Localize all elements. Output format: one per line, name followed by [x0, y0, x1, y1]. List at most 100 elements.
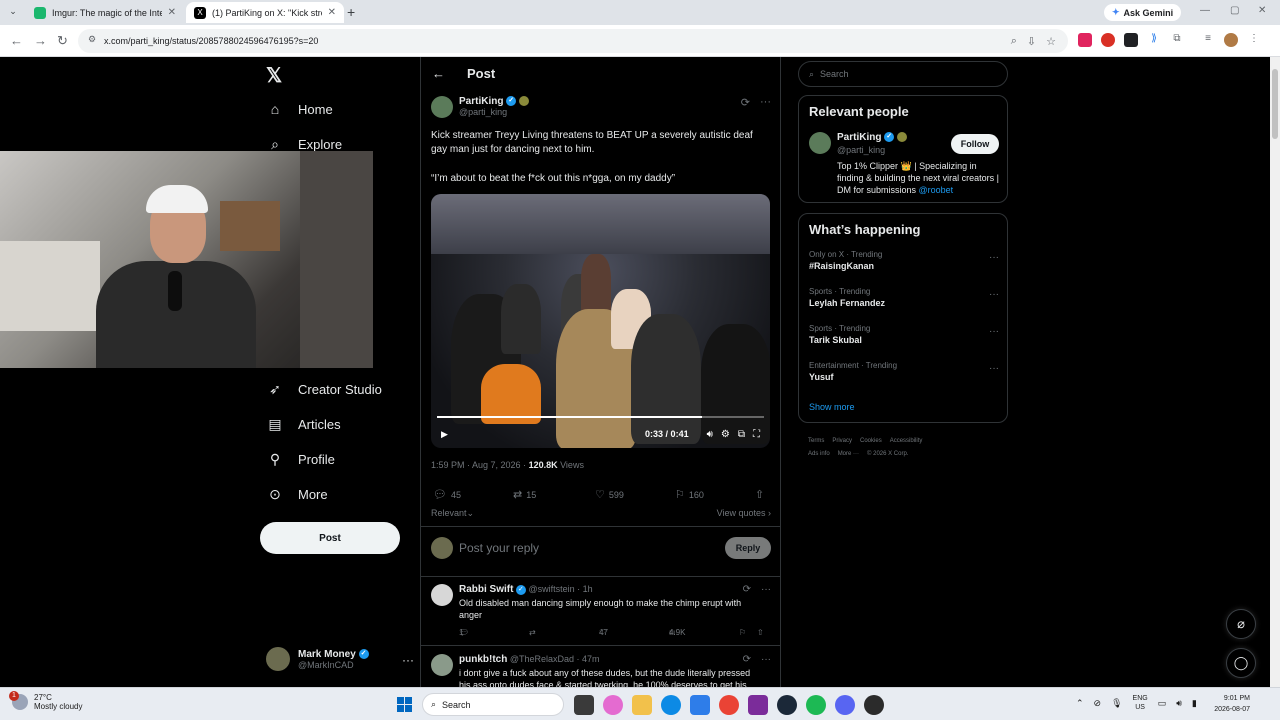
pip-icon[interactable]: ⧉ — [738, 429, 745, 440]
avatar[interactable] — [431, 654, 453, 676]
video-progress-bar[interactable] — [437, 416, 764, 418]
author-name[interactable]: PartiKing — [459, 96, 503, 107]
ask-gemini-button[interactable]: ✦ Ask Gemini — [1104, 4, 1182, 21]
battery-icon[interactable]: ▮ — [1192, 698, 1197, 709]
grok-fab-icon[interactable]: ⌀ — [1226, 609, 1256, 639]
taskbar-search[interactable]: ⌕ Search — [422, 693, 564, 716]
chrome-icon[interactable] — [719, 695, 739, 715]
copilot-icon[interactable] — [603, 695, 623, 715]
more-dots-icon[interactable]: ··· — [989, 326, 999, 337]
repost-action[interactable]: ⇄ 15 — [513, 488, 536, 501]
share-action[interactable]: ⇧ — [755, 488, 764, 501]
settings-gear-icon[interactable]: ⚙ — [721, 429, 730, 440]
x-logo-icon[interactable]: 𝕏 — [266, 63, 282, 88]
share-icon[interactable]: ⇧ — [757, 628, 764, 637]
next-app-icon[interactable] — [748, 695, 768, 715]
bookmark-star-icon[interactable]: ☆ — [1046, 35, 1056, 48]
person-handle[interactable]: @parti_king — [837, 145, 885, 155]
store-icon[interactable] — [690, 695, 710, 715]
bio-link[interactable]: @roobet — [919, 185, 954, 195]
follow-button[interactable]: Follow — [951, 134, 999, 154]
messages-fab-icon[interactable]: ◯ — [1226, 648, 1256, 678]
discord-icon[interactable] — [835, 695, 855, 715]
bookmark-icon[interactable]: ⚐ — [739, 628, 746, 637]
forward-arrow-icon[interactable]: → — [34, 33, 47, 48]
reload-icon[interactable]: ↻ — [57, 33, 68, 49]
close-window-icon[interactable]: ✕ — [1258, 5, 1266, 16]
trend-item[interactable]: Only on X · Trending #RaisingKanan ··· — [809, 250, 999, 271]
task-view-icon[interactable] — [574, 695, 594, 715]
extension-icon[interactable] — [1078, 33, 1092, 47]
reply-input[interactable]: Post your reply — [459, 541, 539, 555]
nav-profile[interactable]: ⚲ Profile — [266, 451, 335, 468]
kebab-menu-icon[interactable]: ⋮ — [1247, 33, 1261, 47]
trend-item[interactable]: Entertainment · Trending Yusuf ··· — [809, 361, 999, 382]
tab-imgur[interactable]: Imgur: The magic of the Interne ✕ — [26, 2, 184, 23]
more-dots-icon[interactable]: ··· — [761, 654, 771, 665]
reply-author-handle[interactable]: @TheRelaxDad — [510, 654, 574, 664]
more-dots-icon[interactable]: ··· — [761, 584, 771, 595]
nav-creator-studio[interactable]: ➶ Creator Studio — [266, 381, 382, 398]
avatar[interactable] — [431, 96, 453, 118]
grok-icon[interactable]: ⟳ — [743, 584, 751, 595]
extension-icon[interactable]: ⟫ — [1147, 33, 1161, 47]
scrollbar-thumb[interactable] — [1272, 69, 1278, 139]
avatar[interactable] — [809, 132, 831, 154]
maximize-icon[interactable]: ▢ — [1230, 5, 1239, 16]
play-icon[interactable]: ▶ — [441, 429, 448, 440]
author-handle[interactable]: @parti_king — [459, 107, 529, 117]
more-dots-icon[interactable]: ··· — [760, 96, 771, 109]
trend-item[interactable]: Sports · Trending Tarik Skubal ··· — [809, 324, 999, 345]
reply-author-name[interactable]: Rabbi Swift — [459, 584, 513, 595]
reply-button[interactable]: Reply — [725, 537, 771, 559]
footer-link[interactable]: Cookies — [860, 438, 882, 444]
grok-icon[interactable]: ⟳ — [741, 96, 750, 109]
spotify-icon[interactable] — [806, 695, 826, 715]
chevron-up-icon[interactable]: ⌃ — [1076, 698, 1084, 709]
search-input[interactable]: ⌕ Search — [798, 61, 1008, 87]
minimize-icon[interactable]: — — [1200, 5, 1210, 16]
back-arrow-icon[interactable]: ← — [10, 33, 23, 48]
more-dots-icon[interactable]: ··· — [989, 363, 999, 374]
nav-more[interactable]: ⊙ More — [266, 486, 328, 503]
reply-action[interactable]: 💬︎ 45 — [433, 488, 461, 501]
profile-avatar-icon[interactable] — [1224, 33, 1238, 47]
microphone-icon[interactable]: 🎙︎ — [1111, 698, 1122, 709]
page-scrollbar[interactable] — [1270, 57, 1280, 687]
speaker-icon[interactable]: 🔊︎ — [1176, 698, 1182, 709]
footer-link[interactable]: More ··· — [838, 451, 859, 457]
language-indicator[interactable]: ENG US — [1133, 694, 1148, 712]
steam-icon[interactable] — [777, 695, 797, 715]
person-name[interactable]: PartiKing — [837, 132, 881, 143]
display-icon[interactable]: ▭ — [1158, 698, 1167, 709]
side-panel-icon[interactable]: ≡ — [1201, 33, 1215, 47]
network-off-icon[interactable]: ⊘ — [1094, 698, 1102, 709]
taskbar-clock[interactable]: 9:01 PM 2026-08-07 — [1206, 693, 1250, 715]
close-tab-icon[interactable]: ✕ — [168, 7, 176, 18]
video-player[interactable]: ▶ 0:33 / 0:41 🔊︎ ⚙ ⧉ ⛶ — [431, 194, 770, 448]
weather-widget[interactable]: 1 27°C Mostly cloudy — [9, 691, 82, 711]
tab-x-post[interactable]: X (1) PartiKing on X: "Kick streame ✕ — [186, 2, 344, 23]
reply-author-name[interactable]: punkb!tch — [459, 654, 507, 665]
install-app-icon[interactable]: ⇩ — [1027, 35, 1036, 48]
reply-author-handle[interactable]: @swiftstein — [528, 584, 574, 594]
trend-item[interactable]: Sports · Trending Leylah Fernandez ··· — [809, 287, 999, 308]
puzzle-extensions-icon[interactable]: ⧉ — [1170, 33, 1184, 47]
footer-link[interactable]: Ads info — [808, 451, 830, 457]
more-dots-icon[interactable]: ··· — [989, 289, 999, 300]
show-more-link[interactable]: Show more — [809, 402, 855, 412]
zoom-icon[interactable]: ⌕ — [1011, 35, 1017, 48]
close-tab-icon[interactable]: ✕ — [328, 7, 336, 18]
extension-icon[interactable] — [1101, 33, 1115, 47]
site-info-icon[interactable]: ⚙ — [88, 34, 96, 45]
repost-icon[interactable]: ⇄ — [529, 628, 536, 637]
more-dots-icon[interactable]: ··· — [402, 653, 414, 667]
back-arrow-icon[interactable]: ← — [432, 66, 445, 81]
grok-icon[interactable]: ⟳ — [743, 654, 751, 665]
extension-icon[interactable] — [1124, 33, 1138, 47]
address-bar[interactable]: ⚙ x.com/parti_king/status/20857880245964… — [78, 29, 1068, 53]
bookmark-action[interactable]: ⚐ 160 — [675, 488, 704, 501]
file-explorer-icon[interactable] — [632, 695, 652, 715]
obs-icon[interactable] — [864, 695, 884, 715]
like-action[interactable]: ♡ 599 — [595, 488, 624, 501]
